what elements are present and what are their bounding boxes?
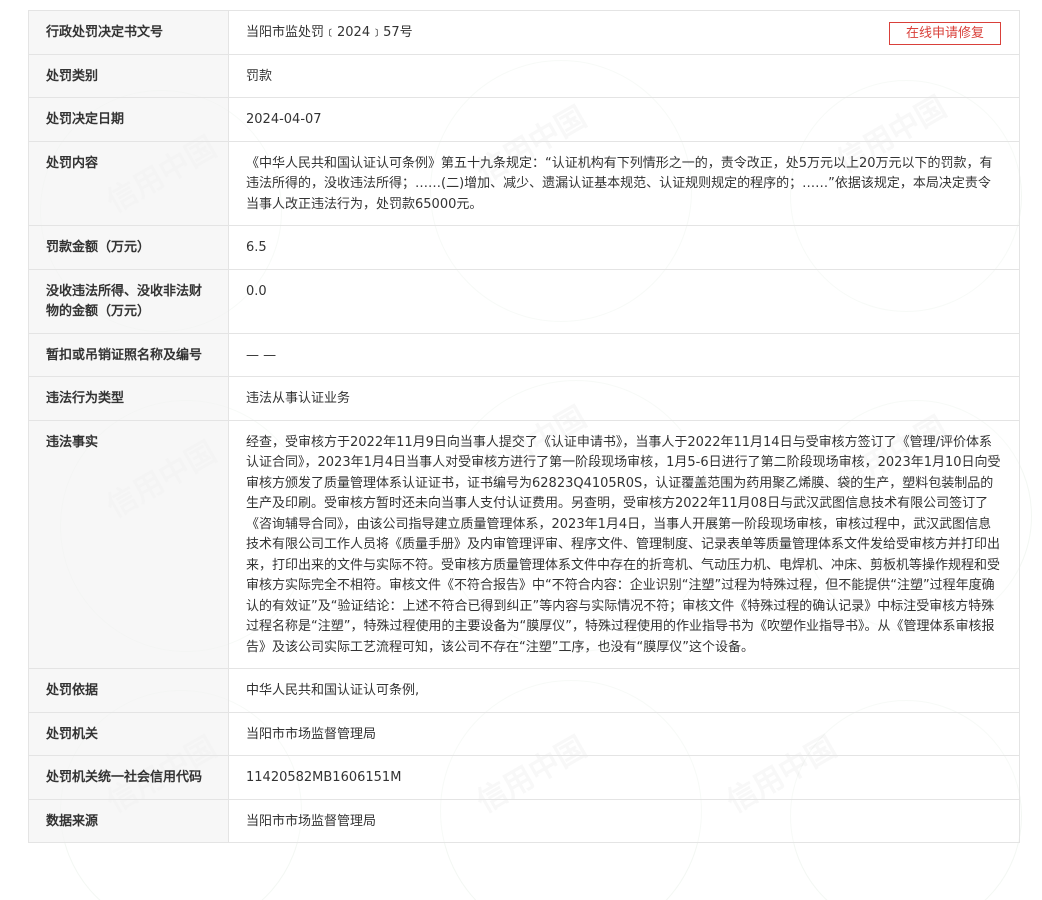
row-value-violation-facts: 经查，受审核方于2022年11月9日向当事人提交了《认证申请书》，当事人于202… — [228, 419, 1020, 669]
row-value-authority-credit-code: 11420582MB1606151M — [228, 755, 1020, 800]
row-label-license-suspension: 暂扣或吊销证照名称及编号 — [28, 332, 229, 377]
apply-repair-button[interactable]: 在线申请修复 — [889, 22, 1001, 45]
decision-number-text: 当阳市监处罚﹝2024﹞57号 — [246, 25, 413, 40]
row-label-violation-facts: 违法事实 — [28, 419, 229, 669]
row-label-authority-credit-code: 处罚机关统一社会信用代码 — [28, 755, 229, 800]
table-row: 处罚依据 中华人民共和国认证认可条例, — [28, 668, 1020, 713]
row-value-penalty-content: 《中华人民共和国认证认可条例》第五十九条规定：“认证机构有下列情形之一的，责令改… — [228, 140, 1020, 226]
table-row: 违法事实 经查，受审核方于2022年11月9日向当事人提交了《认证申请书》，当事… — [28, 419, 1020, 669]
table-row: 数据来源 当阳市市场监督管理局 — [28, 798, 1020, 843]
row-value-data-source: 当阳市市场监督管理局 — [228, 798, 1020, 843]
row-value-decision-date: 2024-04-07 — [228, 97, 1020, 142]
row-value-license-suspension: — — — [228, 332, 1020, 377]
row-value-decision-number: 当阳市监处罚﹝2024﹞57号 在线申请修复 — [228, 10, 1020, 55]
row-label-data-source: 数据来源 — [28, 798, 229, 843]
row-label-penalty-category: 处罚类别 — [28, 53, 229, 98]
row-value-penalty-basis: 中华人民共和国认证认可条例, — [228, 668, 1020, 713]
table-row: 违法行为类型 违法从事认证业务 — [28, 376, 1020, 421]
table-row: 处罚内容 《中华人民共和国认证认可条例》第五十九条规定：“认证机构有下列情形之一… — [28, 140, 1020, 226]
row-label-penalty-authority: 处罚机关 — [28, 711, 229, 756]
table-row: 罚款金额（万元） 6.5 — [28, 225, 1020, 270]
table-row: 没收违法所得、没收非法财物的金额（万元） 0.0 — [28, 268, 1020, 334]
table-row: 暂扣或吊销证照名称及编号 — — — [28, 332, 1020, 377]
row-label-decision-date: 处罚决定日期 — [28, 97, 229, 142]
row-value-penalty-category: 罚款 — [228, 53, 1020, 98]
table-row: 处罚类别 罚款 — [28, 53, 1020, 98]
table-row: 处罚机关统一社会信用代码 11420582MB1606151M — [28, 755, 1020, 800]
row-label-confiscated-amount: 没收违法所得、没收非法财物的金额（万元） — [28, 268, 229, 334]
row-label-decision-number: 行政处罚决定书文号 — [28, 10, 229, 55]
row-value-violation-type: 违法从事认证业务 — [228, 376, 1020, 421]
row-value-penalty-authority: 当阳市市场监督管理局 — [228, 711, 1020, 756]
penalty-info-table: 行政处罚决定书文号 当阳市监处罚﹝2024﹞57号 在线申请修复 处罚类别 罚款… — [28, 10, 1020, 843]
row-value-confiscated-amount: 0.0 — [228, 268, 1020, 334]
table-row: 处罚决定日期 2024-04-07 — [28, 97, 1020, 142]
row-label-penalty-basis: 处罚依据 — [28, 668, 229, 713]
row-value-fine-amount: 6.5 — [228, 225, 1020, 270]
row-label-fine-amount: 罚款金额（万元） — [28, 225, 229, 270]
row-label-penalty-content: 处罚内容 — [28, 140, 229, 226]
table-row: 处罚机关 当阳市市场监督管理局 — [28, 711, 1020, 756]
table-row: 行政处罚决定书文号 当阳市监处罚﹝2024﹞57号 在线申请修复 — [28, 10, 1020, 55]
row-label-violation-type: 违法行为类型 — [28, 376, 229, 421]
